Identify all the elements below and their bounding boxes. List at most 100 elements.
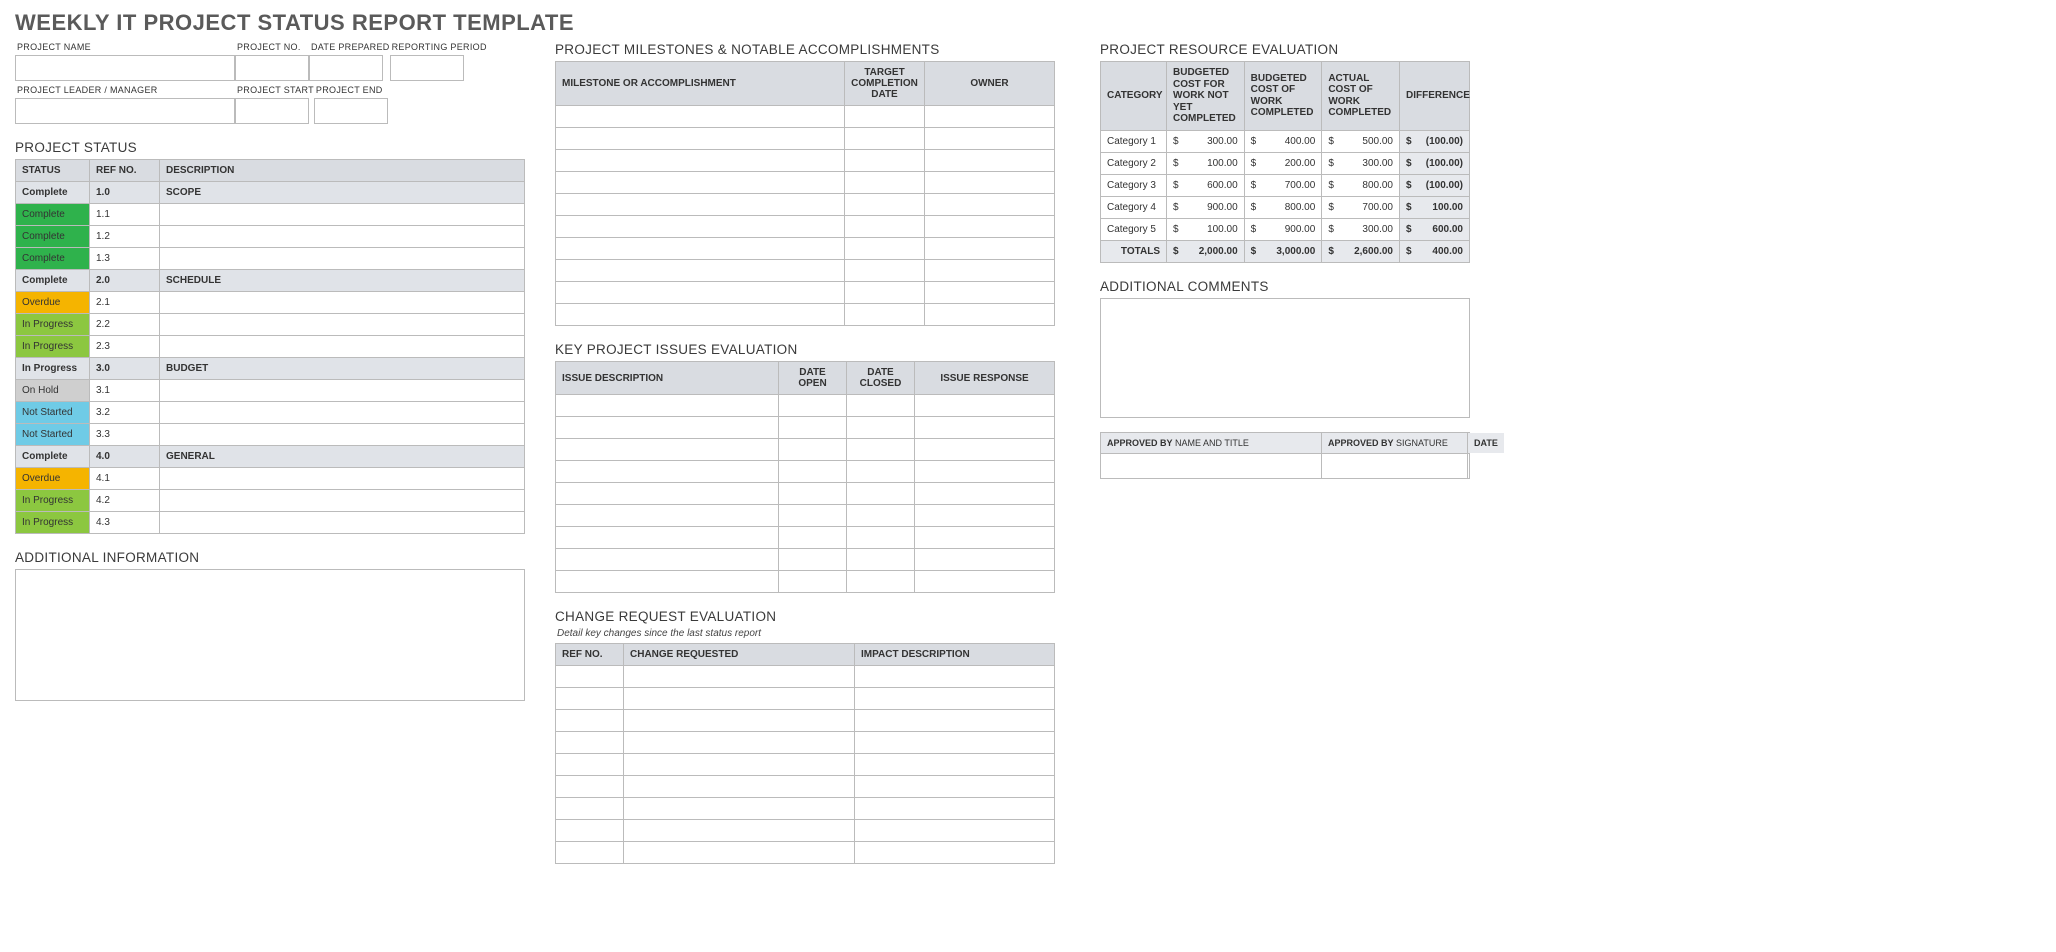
approved-by-name-input[interactable] [1101,454,1321,478]
approved-by-sig-input[interactable] [1322,454,1467,478]
meta-input[interactable] [390,55,464,81]
cell[interactable] [925,282,1055,304]
status-cell[interactable]: Complete [16,248,90,270]
cell[interactable] [556,150,845,172]
cell[interactable] [556,549,779,571]
desc-cell[interactable] [160,226,525,248]
cell[interactable] [845,282,925,304]
cell[interactable] [925,260,1055,282]
status-cell[interactable]: In Progress [16,490,90,512]
meta-input[interactable] [15,55,235,81]
cell[interactable] [855,754,1055,776]
status-cell[interactable]: Not Started [16,424,90,446]
cell[interactable] [779,571,847,593]
cell[interactable] [556,732,624,754]
cell[interactable] [556,776,624,798]
cell[interactable] [855,820,1055,842]
status-cell[interactable]: Complete [16,270,90,292]
status-cell[interactable]: In Progress [16,336,90,358]
cell[interactable] [556,571,779,593]
desc-cell[interactable] [160,424,525,446]
cell[interactable] [556,439,779,461]
cell[interactable] [925,172,1055,194]
cell[interactable] [556,710,624,732]
cell[interactable] [855,842,1055,864]
cell[interactable] [915,483,1055,505]
cell[interactable] [925,106,1055,128]
cell[interactable] [779,483,847,505]
additional-info-box[interactable] [15,569,525,701]
status-cell[interactable]: On Hold [16,380,90,402]
cell[interactable] [556,505,779,527]
cell[interactable] [925,238,1055,260]
cell[interactable] [915,439,1055,461]
cell[interactable] [847,571,915,593]
cell[interactable] [779,527,847,549]
cell[interactable] [845,216,925,238]
cell[interactable] [845,128,925,150]
cell[interactable] [779,461,847,483]
cell[interactable] [845,260,925,282]
cell[interactable] [556,666,624,688]
cell[interactable] [925,150,1055,172]
meta-input[interactable] [314,98,388,124]
status-cell[interactable]: Overdue [16,468,90,490]
desc-cell[interactable]: GENERAL [160,446,525,468]
cell[interactable] [556,483,779,505]
cell[interactable] [915,461,1055,483]
cell[interactable] [779,439,847,461]
desc-cell[interactable] [160,468,525,490]
status-cell[interactable]: Not Started [16,402,90,424]
cell[interactable] [915,417,1055,439]
cell[interactable] [556,216,845,238]
cell[interactable] [845,194,925,216]
desc-cell[interactable] [160,490,525,512]
cell[interactable] [915,505,1055,527]
cell[interactable] [925,216,1055,238]
cell[interactable] [624,820,855,842]
cell[interactable] [556,461,779,483]
cell[interactable] [779,549,847,571]
cell[interactable] [915,549,1055,571]
cell[interactable] [845,172,925,194]
cell[interactable] [847,549,915,571]
cell[interactable] [556,282,845,304]
cell[interactable] [847,417,915,439]
status-cell[interactable]: Overdue [16,292,90,314]
cell[interactable] [556,820,624,842]
cell[interactable] [624,842,855,864]
cell[interactable] [556,304,845,326]
cell[interactable] [915,571,1055,593]
cell[interactable] [624,732,855,754]
status-cell[interactable]: Complete [16,182,90,204]
status-cell[interactable]: In Progress [16,512,90,534]
cell[interactable] [925,128,1055,150]
cell[interactable] [556,128,845,150]
cell[interactable] [624,710,855,732]
cell[interactable] [915,395,1055,417]
desc-cell[interactable]: SCHEDULE [160,270,525,292]
cell[interactable] [779,417,847,439]
desc-cell[interactable] [160,204,525,226]
cell[interactable] [845,304,925,326]
cell[interactable] [624,666,855,688]
status-cell[interactable]: In Progress [16,314,90,336]
cell[interactable] [624,798,855,820]
cell[interactable] [925,304,1055,326]
desc-cell[interactable] [160,314,525,336]
cell[interactable] [855,710,1055,732]
desc-cell[interactable] [160,402,525,424]
cell[interactable] [556,106,845,128]
cell[interactable] [556,238,845,260]
desc-cell[interactable] [160,248,525,270]
desc-cell[interactable]: BUDGET [160,358,525,380]
cell[interactable] [556,798,624,820]
date-input[interactable] [1468,454,1469,478]
cell[interactable] [556,260,845,282]
cell[interactable] [556,688,624,710]
cell[interactable] [779,395,847,417]
meta-input[interactable] [15,98,235,124]
cell[interactable] [855,666,1055,688]
cell[interactable] [855,798,1055,820]
status-cell[interactable]: In Progress [16,358,90,380]
